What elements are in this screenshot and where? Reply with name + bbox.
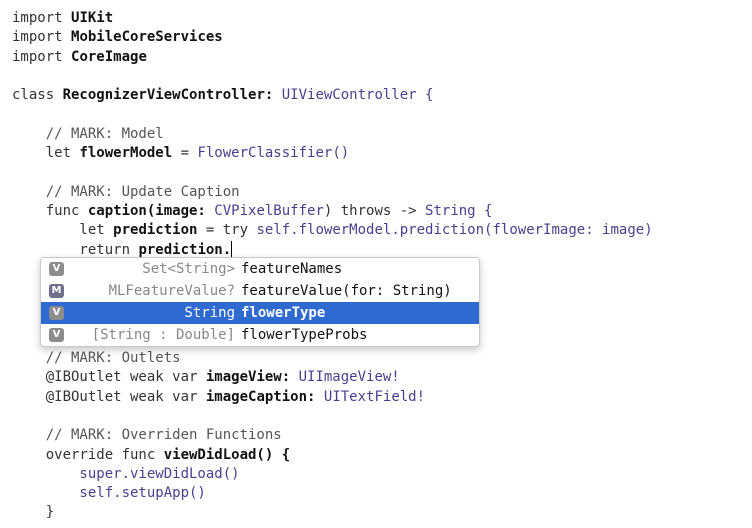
code-token: } <box>12 504 55 521</box>
code-token: let <box>12 145 80 162</box>
code-token: // MARK: Outlets <box>12 350 181 366</box>
code-line: func caption(image: CVPixelBuffer) throw… <box>12 202 493 221</box>
code-line: self.setupApp() <box>12 484 206 503</box>
code-token: ) throws -> <box>323 203 426 219</box>
code-line: // MARK: Overriden Functions <box>12 426 282 445</box>
code-line: // MARK: Model <box>12 125 164 144</box>
autocomplete-popup[interactable]: V Set<String> featureNames M MLFeatureValue?… <box>40 257 480 347</box>
code-line: @IBOutlet weak var imageView: UIImageVie… <box>12 368 400 387</box>
code-token: viewDidLoad() { <box>163 446 291 463</box>
code-token: flowerModel <box>79 145 173 162</box>
code-token: // MARK: Overriden Functions <box>12 427 282 444</box>
code-line: super.viewDidLoad() <box>12 465 240 484</box>
code-token: MobileCoreServices <box>71 29 223 46</box>
code-token: import <box>12 29 72 46</box>
code-token: // MARK: Model <box>12 125 164 142</box>
code-token: func <box>12 203 88 219</box>
code-token: RecognizerViewController: <box>62 87 282 104</box>
variable-badge-icon: V <box>49 262 64 276</box>
code-token: @IBOutlet weak var <box>12 388 206 405</box>
autocomplete-item-type: Set<String> <box>142 261 235 277</box>
code-line: import MobileCoreServices <box>12 28 223 47</box>
code-token: CVPixelBuffer <box>214 203 324 219</box>
code-token: UIViewController { <box>281 87 434 104</box>
autocomplete-item-type: MLFeatureValue? <box>108 283 235 299</box>
autocomplete-item[interactable]: V String flowerType <box>41 302 479 324</box>
autocomplete-item-type: [String : Double] <box>91 327 235 343</box>
code-line: } <box>12 503 54 522</box>
text-caret <box>231 240 233 257</box>
code-line: import CoreImage <box>12 48 147 67</box>
code-token: import <box>12 10 72 26</box>
autocomplete-item[interactable]: V Set<String> featureNames <box>41 258 479 280</box>
code-token: UITextField! <box>323 388 426 405</box>
code-token: // MARK: Update Caption <box>12 183 240 200</box>
code-token: return <box>12 241 139 258</box>
autocomplete-item-name: flowerTypeProbs <box>241 327 368 343</box>
code-line: import UIKit <box>12 9 113 28</box>
code-token: UIKit <box>71 10 114 26</box>
code-line: override func viewDidLoad() { <box>12 446 290 465</box>
code-token: prediction. <box>138 241 232 258</box>
code-token: @IBOutlet weak var <box>12 369 206 386</box>
autocomplete-item[interactable]: V [String : Double] flowerTypeProbs <box>41 324 479 346</box>
code-token: prediction <box>113 222 198 239</box>
code-line: @IBOutlet weak var imageCaption: UITextF… <box>12 388 425 407</box>
code-token: = try <box>197 222 257 239</box>
code-token: caption(image: <box>87 203 215 219</box>
code-token: UIImageView! <box>298 369 400 386</box>
code-line: class RecognizerViewController: UIViewCo… <box>12 86 433 105</box>
code-token: self.flowerModel.prediction(flowerImage:… <box>256 222 653 239</box>
code-token: imageCaption: <box>205 388 324 405</box>
method-badge-icon: M <box>49 284 64 298</box>
code-token: CoreImage <box>71 48 147 65</box>
code-token: String { <box>425 203 493 219</box>
code-editor[interactable]: import UIKit import MobileCoreServices imp… <box>0 0 752 528</box>
autocomplete-item-name: featureNames <box>241 261 343 277</box>
code-token: self.setupApp() <box>12 485 206 502</box>
autocomplete-item-type: String <box>184 305 235 321</box>
code-line: let flowerModel = FlowerClassifier() <box>12 144 349 163</box>
code-token: let <box>12 222 114 239</box>
code-token: FlowerClassifier() <box>197 145 350 162</box>
autocomplete-item-name: featureValue(for: String) <box>241 283 452 299</box>
variable-badge-icon: V <box>49 328 64 342</box>
code-token: super.viewDidLoad() <box>12 465 240 482</box>
code-token: imageView: <box>205 369 299 386</box>
code-token: import <box>12 48 72 65</box>
variable-badge-icon: V <box>49 306 64 320</box>
code-token: override func <box>12 446 164 463</box>
autocomplete-item-name: flowerType <box>241 305 326 321</box>
code-line: // MARK: Update Caption <box>12 183 240 202</box>
code-token: class <box>12 87 63 104</box>
autocomplete-item[interactable]: M MLFeatureValue? featureValue(for: String… <box>41 280 479 302</box>
code-line: let prediction = try self.flowerModel.pr… <box>12 221 653 240</box>
code-line: // MARK: Outlets <box>12 349 181 368</box>
code-token: = <box>172 145 198 162</box>
